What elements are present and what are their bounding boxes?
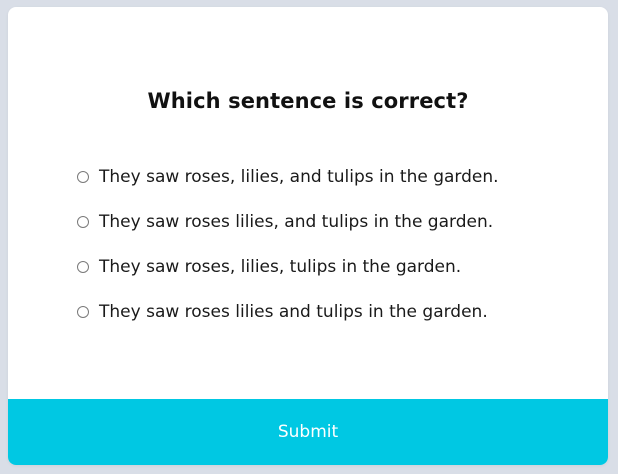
answer-option-3[interactable]: They saw roses, lilies, tulips in the ga… xyxy=(77,244,597,289)
option-label: They saw roses, lilies, and tulips in th… xyxy=(99,166,499,187)
option-label: They saw roses, lilies, tulips in the ga… xyxy=(99,256,462,277)
radio-button[interactable] xyxy=(77,260,89,273)
answer-option-1[interactable]: They saw roses, lilies, and tulips in th… xyxy=(77,154,597,199)
answer-options: They saw roses, lilies, and tulips in th… xyxy=(77,154,597,334)
question-text: Which sentence is correct? xyxy=(147,89,469,113)
quiz-card: Which sentence is correct? They saw rose… xyxy=(8,7,608,465)
radio-button[interactable] xyxy=(77,215,89,228)
answer-option-2[interactable]: They saw roses lilies, and tulips in the… xyxy=(77,199,597,244)
radio-button[interactable] xyxy=(77,305,89,318)
option-label: They saw roses lilies, and tulips in the… xyxy=(99,211,494,232)
radio-button[interactable] xyxy=(77,170,89,183)
submit-button[interactable]: Submit xyxy=(8,399,608,465)
option-label: They saw roses lilies and tulips in the … xyxy=(99,301,488,322)
answer-option-4[interactable]: They saw roses lilies and tulips in the … xyxy=(77,289,597,334)
